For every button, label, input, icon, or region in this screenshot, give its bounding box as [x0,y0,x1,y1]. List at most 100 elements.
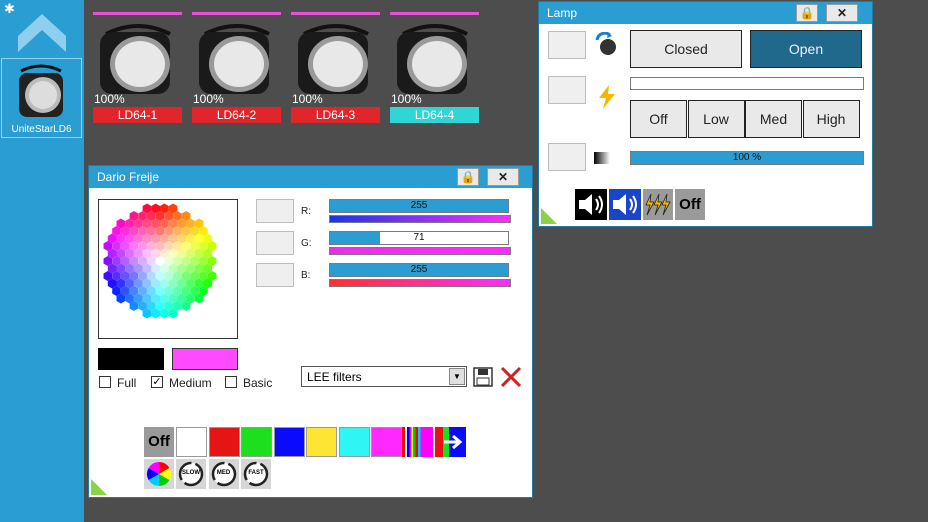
speaker-off-button[interactable] [575,189,607,220]
dimmer-preset-button[interactable] [548,143,586,171]
dimmer-slider[interactable]: 100 % [630,151,864,165]
resize-corner-icon[interactable] [541,208,557,224]
mode-label: Full [117,376,137,390]
color-swatch[interactable] [273,427,305,457]
par-can-icon [19,64,63,117]
rainbow-swatch[interactable] [402,427,433,457]
fixture-tile[interactable]: 100% LD64-3 [290,12,380,124]
channel-preset-button[interactable] [256,263,294,287]
gradient-icon [594,152,610,164]
strobe-icon [645,193,671,216]
par-can-icon [100,24,171,94]
channel-value: 255 [410,200,428,211]
color-wheel[interactable] [99,200,221,322]
close-button[interactable]: ✕ [487,168,519,186]
open-button[interactable]: Open [750,30,862,68]
gear-icon[interactable]: ✱ [4,2,15,15]
arrow-right-icon [444,435,463,449]
lock-button[interactable]: 🔒 [457,168,479,186]
color-wheel-effect-icon[interactable] [144,459,174,489]
lock-button[interactable]: 🔒 [796,4,818,22]
delete-icon[interactable] [500,366,522,388]
channel-preset-button[interactable] [256,199,294,223]
lock-icon: 🔒 [799,6,815,20]
channel-slider[interactable]: 71 [329,231,509,245]
close-icon: ✕ [836,6,848,20]
level-button[interactable]: Med [745,100,802,138]
par-can-icon [397,24,468,94]
black-swatch[interactable] [98,348,164,370]
color-window-title: Dario Freije [97,170,160,184]
fixture-tile[interactable]: 100% LD64-1 [92,12,182,124]
speaker-icon [613,194,637,215]
mode-label: Basic [243,376,273,390]
save-icon[interactable] [473,367,493,387]
speed-button[interactable]: FAST [241,459,271,489]
speed-label: FAST [248,470,264,476]
lamp-window-titlebar[interactable]: Lamp [539,2,872,24]
par-can-icon [298,24,369,94]
channel-slider[interactable]: 255 [329,199,509,213]
fixture-percent: 100% [193,92,224,106]
shutter-preset-button[interactable] [548,31,586,59]
fixture-name: LD64-3 [291,107,380,123]
channel-label: B: [301,270,311,281]
lightning-icon [599,85,615,109]
dimmer-value: 100 % [732,152,762,163]
sidebar: ✱ UniteStarLD6 [0,0,84,522]
next-swatch-button[interactable] [435,427,466,457]
color-swatch[interactable] [371,427,402,457]
channel-gradient [329,247,511,255]
lamp-window: Lamp 🔒 ✕ Closed Open Off Low Med High 100 %… [538,1,873,227]
channel-preset-button[interactable] [256,231,294,255]
fixture-level-bar [192,12,281,15]
strobe-button[interactable] [643,189,673,220]
speed-button[interactable]: MED [208,459,239,489]
off-swatch[interactable]: Off [144,427,174,457]
fixture-tile[interactable]: 100% LD64-4 [389,12,479,124]
close-icon: ✕ [497,170,509,184]
channel-slider[interactable]: 255 [329,263,509,277]
device-label: UniteStarLD6 [11,124,72,135]
channel-label: G: [301,238,312,249]
mode-checkbox[interactable] [225,376,237,388]
level-button[interactable]: High [802,100,860,138]
resize-corner-icon[interactable] [91,479,107,495]
channel-gradient [329,279,511,287]
power-slider[interactable] [630,77,864,90]
channel-value: 255 [410,264,428,275]
color-swatch[interactable] [208,427,240,457]
par-can-icon [199,24,270,94]
filter-select[interactable]: LEE filters ▼ [301,366,467,387]
color-wheel-frame [98,199,238,339]
color-swatch[interactable] [176,427,207,457]
channel-gradient [329,215,511,223]
speed-button[interactable]: SLOW [176,459,206,489]
mode-checkbox[interactable]: ✓ [151,376,163,388]
color-swatch[interactable] [338,427,370,457]
fixture-percent: 100% [292,92,323,106]
color-swatch[interactable] [241,427,272,457]
color-swatch[interactable] [306,427,337,457]
fixture-name: LD64-4 [390,107,479,123]
closed-button[interactable]: Closed [630,30,742,68]
speaker-icon [579,194,603,215]
strobe-off-button[interactable]: Off [675,189,705,220]
level-button[interactable]: Off [630,100,687,138]
close-button[interactable]: ✕ [826,4,858,22]
lamp-window-title: Lamp [547,6,578,20]
power-preset-button[interactable] [548,76,586,104]
chevron-down-icon[interactable]: ▼ [449,368,465,385]
level-button[interactable]: Low [687,100,745,138]
fixture-percent: 100% [94,92,125,106]
mode-checkbox[interactable] [99,376,111,388]
fixture-level-bar [93,12,182,15]
speaker-on-button[interactable] [609,189,641,220]
fixture-tile[interactable]: 100% LD64-2 [191,12,281,124]
up-arrow-icon[interactable] [16,12,68,54]
channel-value: 71 [413,232,425,243]
current-color-swatch[interactable] [172,348,238,370]
device-tile[interactable]: UniteStarLD6 [1,58,82,138]
fixture-percent: 100% [391,92,422,106]
fixture-level-bar [390,12,479,15]
